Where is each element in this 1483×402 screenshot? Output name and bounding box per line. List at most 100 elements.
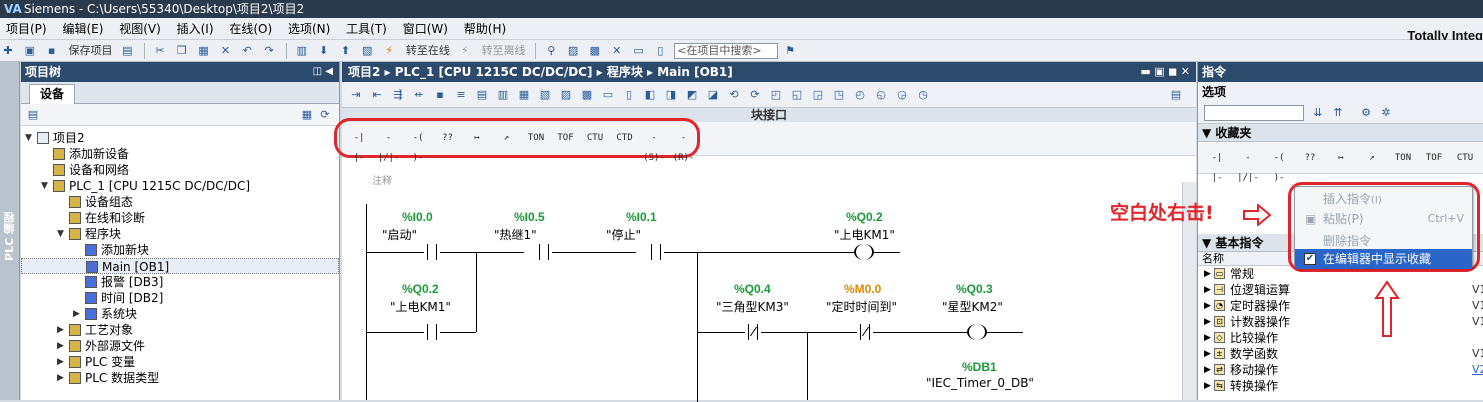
fav-ctd-counter-button[interactable]: CTD: [612, 128, 638, 148]
accessible-devices-icon[interactable]: ⚲: [543, 43, 559, 59]
collapsed-arrow-icon[interactable]: ▶: [1204, 266, 1211, 282]
editor-tool-icon[interactable]: ⟲: [726, 87, 742, 103]
editor-tool-icon[interactable]: ⇤: [369, 87, 385, 103]
instruction-folder[interactable]: ▶⊡ 计数器操作 V1: [1198, 314, 1483, 330]
expanded-arrow-icon[interactable]: ▼: [25, 130, 35, 146]
filter-icon[interactable]: ✲: [1378, 105, 1394, 121]
normally-open-contact[interactable]: [648, 244, 664, 260]
fav-coil-button[interactable]: -( )-: [1266, 148, 1292, 183]
fav-empty-box-button[interactable]: ??: [1297, 148, 1323, 168]
save-icon[interactable]: ▪: [44, 43, 60, 59]
tree-item[interactable]: 添加新设备: [21, 146, 339, 162]
editor-tool-icon[interactable]: ⇥: [348, 87, 364, 103]
delete-icon[interactable]: ✕: [217, 43, 233, 59]
upload-icon[interactable]: ⬆: [337, 43, 353, 59]
menu-options[interactable]: 选项(N): [282, 18, 336, 40]
editor-tool-icon[interactable]: ▧: [537, 87, 553, 103]
tree-item[interactable]: 时间 [DB2]: [21, 290, 339, 306]
search-up-icon[interactable]: ⇈: [1330, 105, 1346, 121]
editor-tool-icon[interactable]: ▭: [600, 87, 616, 103]
menu-view[interactable]: 视图(V): [113, 18, 167, 40]
editor-tool-icon[interactable]: ▨: [558, 87, 574, 103]
ctx-delete-instruction[interactable]: 删除指令: [1295, 231, 1472, 251]
normally-open-contact[interactable]: [536, 244, 552, 260]
instruction-folder[interactable]: ▶ ◇ 比较操作: [1198, 330, 1483, 346]
tree-item[interactable]: ▼ 程序块: [21, 226, 339, 242]
ctx-show-favorites[interactable]: ✔ 在编辑器中显示收藏: [1295, 249, 1472, 269]
fav-ctu-counter-button[interactable]: CTU: [1452, 148, 1478, 168]
tree-item[interactable]: 设备和网络: [21, 162, 339, 178]
search-down-icon[interactable]: ⇊: [1310, 105, 1326, 121]
plc-programming-strip[interactable]: PLC 编程: [0, 62, 20, 400]
editor-tool-icon[interactable]: ▤: [474, 87, 490, 103]
menu-edit[interactable]: 编辑(E): [56, 18, 109, 40]
editor-tool-icon[interactable]: ⟳: [747, 87, 763, 103]
tab-devices[interactable]: 设备: [29, 84, 76, 104]
tree-view-icon[interactable]: ▤: [25, 107, 41, 123]
collapsed-arrow-icon[interactable]: ▶: [1204, 314, 1211, 330]
project-search-input[interactable]: <在项目中搜索>: [674, 43, 779, 59]
ctx-paste[interactable]: ▣ 粘贴(P) Ctrl+V: [1295, 209, 1472, 229]
tree-item[interactable]: ▼ 项目2: [21, 130, 339, 146]
collapsed-arrow-icon[interactable]: ▶: [1204, 378, 1211, 394]
go-offline-button[interactable]: 转至离线: [479, 42, 529, 60]
open-project-icon[interactable]: ▣: [22, 43, 38, 59]
go-offline-icon[interactable]: ⚡: [457, 43, 473, 59]
expanded-arrow-icon[interactable]: ▼: [57, 226, 67, 242]
redo-icon[interactable]: ↷: [261, 43, 277, 59]
editor-tool-icon[interactable]: ◧: [642, 87, 658, 103]
tree-item[interactable]: 在线和诊断: [21, 210, 339, 226]
go-online-icon[interactable]: ⚡: [381, 43, 397, 59]
editor-tool-icon[interactable]: ◵: [873, 87, 889, 103]
collapsed-arrow-icon[interactable]: ▶: [1204, 362, 1211, 378]
collapsed-arrow-icon[interactable]: ▶: [57, 338, 67, 354]
close-x-icon[interactable]: ✕: [609, 43, 625, 59]
collapsed-arrow-icon[interactable]: ▶: [57, 354, 67, 370]
editor-tool-icon[interactable]: ▥: [495, 87, 511, 103]
tree-item[interactable]: ▶ PLC 数据类型: [21, 370, 339, 386]
output-coil[interactable]: [854, 244, 874, 260]
editor-tool-icon[interactable]: ◳: [831, 87, 847, 103]
editor-tool-icon[interactable]: ≡: [453, 87, 469, 103]
editor-tool-icon[interactable]: ◰: [768, 87, 784, 103]
tree-item[interactable]: ▶ PLC 变量: [21, 354, 339, 370]
menu-insert[interactable]: 插入(I): [171, 18, 220, 40]
collapsed-arrow-icon[interactable]: ▶: [1204, 298, 1211, 314]
split-vertical-icon[interactable]: ▯: [652, 43, 668, 59]
tree-item[interactable]: ▶ 系统块: [21, 306, 339, 322]
fav-open-branch-button[interactable]: ↦: [464, 128, 490, 148]
fav-coil-button[interactable]: -( )-: [405, 128, 431, 163]
fav-close-branch-button[interactable]: ↗: [494, 128, 520, 148]
stop-cpu-icon[interactable]: ▩: [587, 43, 603, 59]
menu-project[interactable]: 项目(P): [0, 18, 53, 40]
tree-item[interactable]: 设备组态: [21, 194, 339, 210]
normally-closed-contact[interactable]: [857, 324, 873, 340]
menu-window[interactable]: 窗口(W): [397, 18, 454, 40]
tree-item[interactable]: ▶ 外部源文件: [21, 338, 339, 354]
new-project-icon[interactable]: ✚: [0, 43, 16, 59]
collapsed-arrow-icon[interactable]: ▶: [57, 370, 67, 386]
fav-ton-timer-button[interactable]: TON: [523, 128, 549, 148]
print-icon[interactable]: ▤: [119, 43, 135, 59]
tree-item[interactable]: ▶ 工艺对象: [21, 322, 339, 338]
expanded-arrow-icon[interactable]: ▼: [41, 178, 51, 194]
editor-tool-icon[interactable]: ◲: [810, 87, 826, 103]
fav-reset-coil-button[interactable]: -(R)-: [671, 128, 697, 163]
editor-tool-icon[interactable]: ⇶: [390, 87, 406, 103]
editor-tool-icon[interactable]: ⇷: [411, 87, 427, 103]
editor-tool-icon[interactable]: ◴: [852, 87, 868, 103]
cross-reference-icon[interactable]: ▨: [565, 43, 581, 59]
save-project-button[interactable]: 保存项目: [65, 42, 115, 60]
tree-item[interactable]: 报警 [DB3]: [21, 274, 339, 290]
paste-icon[interactable]: ▦: [196, 43, 212, 59]
collapsed-arrow-icon[interactable]: ▶: [57, 322, 67, 338]
editor-tool-icon[interactable]: ◱: [789, 87, 805, 103]
normally-open-contact[interactable]: [424, 324, 440, 340]
collapsed-arrow-icon[interactable]: ▶: [1204, 330, 1211, 346]
undo-icon[interactable]: ↶: [239, 43, 255, 59]
settings-icon[interactable]: ⚙: [1358, 105, 1374, 121]
favorites-section-header[interactable]: ▼ 收藏夹: [1198, 124, 1483, 142]
fav-open-branch-button[interactable]: ↦: [1328, 148, 1354, 168]
instruction-folder[interactable]: ▶⊣ 位逻辑运算 V1: [1198, 282, 1483, 298]
fav-normally-closed-contact-button[interactable]: -|/|-: [1235, 148, 1261, 183]
